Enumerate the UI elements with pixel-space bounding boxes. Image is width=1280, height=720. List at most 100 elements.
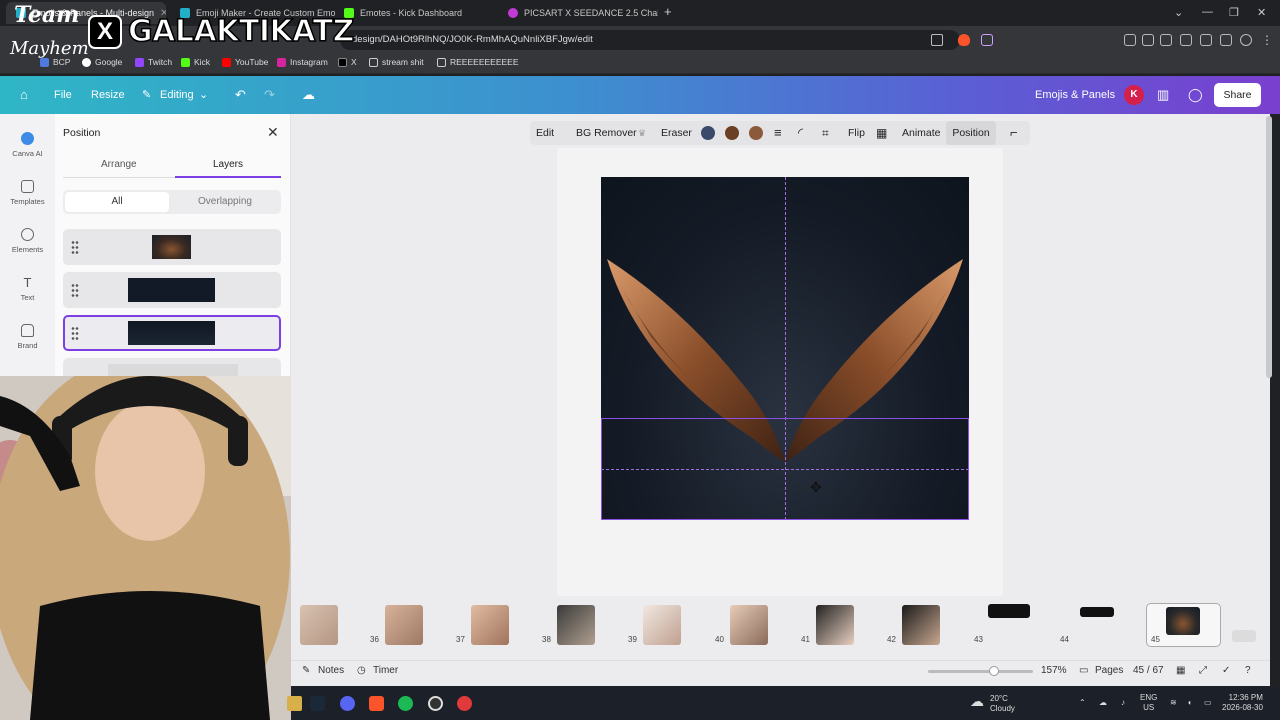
obs-icon[interactable] [428,696,443,711]
steam-icon[interactable] [310,696,325,711]
clock[interactable]: 12:36 PM 2026-08-30 [1222,693,1263,713]
cloud-saved-icon[interactable]: ☁ [302,76,315,114]
drag-handle-icon[interactable] [71,240,79,254]
editing-mode-button[interactable]: Editing [160,76,194,114]
copy-style-icon[interactable]: ⌐ [1010,121,1018,145]
sidebar-icon[interactable] [1180,34,1192,46]
color-swatch[interactable] [701,126,715,140]
file-explorer-icon[interactable] [287,696,302,711]
design-title[interactable]: Emojis & Panels [1035,76,1115,114]
drag-handle-icon[interactable] [71,283,79,297]
page-thumbnail[interactable] [643,605,681,645]
page-thumbnail[interactable] [300,605,338,645]
rail-brand[interactable]: Brand [0,324,55,350]
layer-item[interactable] [63,272,281,308]
notes-button[interactable]: Notes [318,665,344,676]
comment-icon[interactable]: ◯ [1188,76,1203,114]
wallet-icon[interactable] [1200,34,1212,46]
brave-rewards-icon[interactable] [981,34,993,46]
file-menu-button[interactable]: File [54,76,72,114]
volume-icon[interactable]: ◖ [1187,698,1192,708]
eraser-button[interactable]: Eraser [661,121,692,145]
flip-button[interactable]: Flip [848,121,865,145]
fullscreen-icon[interactable]: ⤢ [1199,665,1207,676]
extension-icon[interactable] [1124,34,1136,46]
tab-arrange[interactable]: Arrange [101,159,137,170]
layer-item[interactable] [63,358,281,376]
brave-browser-icon[interactable] [369,696,384,711]
insights-chart-icon[interactable]: ▥ [1157,76,1169,114]
zoom-slider[interactable] [928,670,1033,673]
edit-button[interactable]: Edit [536,121,554,145]
redo-icon[interactable]: ↷ [264,76,275,114]
menu-dots-icon[interactable]: ⋮ [1261,33,1273,47]
home-icon[interactable]: ⌂ [20,76,28,114]
pages-button[interactable]: Pages [1095,665,1123,676]
undo-icon[interactable]: ↶ [235,76,246,114]
page-thumbnail[interactable] [902,605,940,645]
spotify-icon[interactable] [398,696,413,711]
border-style-icon[interactable]: ≡ [774,121,782,145]
grid-view-icon[interactable]: ▦ [1176,665,1185,676]
url-field[interactable]: design/DAHOt9RlhNQ/JO0K-RmMhAQuNnliXBFJg… [340,30,960,50]
battery-icon[interactable]: ▭ [1204,698,1212,708]
drag-handle-icon[interactable] [71,326,79,340]
page-thumbnail[interactable] [730,605,768,645]
resize-button[interactable]: Resize [91,76,125,114]
onedrive-icon[interactable]: ☁ [1099,698,1107,708]
wifi-icon[interactable]: ≋ [1170,698,1177,708]
color-swatch[interactable] [749,126,763,140]
chevron-down-icon[interactable]: ⌄ [199,76,208,114]
vertical-scrollbar[interactable] [1266,116,1272,378]
page-thumbnail[interactable] [988,604,1030,618]
transparency-icon[interactable]: ▦ [876,121,887,145]
rail-templates[interactable]: Templates [0,180,55,206]
page-thumbnail[interactable] [1232,630,1256,642]
tray-expand-icon[interactable]: ⌃ [1079,698,1086,708]
download-icon[interactable] [1160,34,1172,46]
selection-box[interactable] [601,418,969,520]
copy-icon[interactable] [931,34,943,46]
filter-all-button[interactable]: All [65,192,169,212]
microphone-icon[interactable]: ♪ [1121,698,1125,708]
color-swatch[interactable] [725,126,739,140]
maximize-icon[interactable]: ❐ [1229,6,1239,19]
bookmark-stream-shit[interactable]: stream shit [369,57,424,67]
page-thumbnail[interactable] [1080,607,1114,617]
bookmark-reeeee[interactable]: REEEEEEEEEEE [437,57,519,67]
timer-button[interactable]: Timer [373,665,398,676]
layer-item-selected[interactable] [63,315,281,351]
page-thumbnail[interactable] [557,605,595,645]
leo-icon[interactable] [1220,34,1232,46]
rail-elements[interactable]: Elements [0,228,55,254]
page-thumbnail[interactable] [385,605,423,645]
bg-remover-button[interactable]: BG Remover [576,121,637,145]
new-tab-icon[interactable]: + [664,4,672,19]
close-icon[interactable]: ✕ [267,124,279,141]
check-icon[interactable]: ✓ [1222,665,1230,676]
crop-icon[interactable]: ⌗ [822,121,829,145]
position-button[interactable]: Position [946,121,996,145]
avatar[interactable]: K [1124,85,1144,105]
brave-shield-icon[interactable] [958,34,970,46]
zoom-level[interactable]: 157% [1041,665,1067,676]
weather-widget[interactable]: 20°C Cloudy [990,694,1015,714]
filter-overlapping-button[interactable]: Overlapping [173,192,277,212]
rail-canva-ai[interactable]: Canva AI [0,132,55,158]
help-icon[interactable]: ? [1245,665,1251,676]
page-thumbnail[interactable] [471,605,509,645]
tab-picsart[interactable]: PICSART X SEEDANCE 2.5 Challenge [498,2,658,24]
language-indicator[interactable]: ENG US [1140,693,1157,713]
animate-button[interactable]: Animate [902,121,941,145]
puzzle-icon[interactable] [1142,34,1154,46]
layer-item[interactable] [63,229,281,265]
close-window-icon[interactable]: ✕ [1257,6,1266,19]
vpn-icon[interactable] [1240,34,1252,46]
page-thumbnail[interactable] [816,605,854,645]
rail-text[interactable]: T Text [0,276,55,302]
tab-layers[interactable]: Layers [213,159,243,170]
page-thumbnail[interactable] [1166,607,1200,635]
corner-rounding-icon[interactable]: ◜ [798,121,803,145]
minimize-icon[interactable]: — [1202,6,1213,18]
discord-icon[interactable] [340,696,355,711]
